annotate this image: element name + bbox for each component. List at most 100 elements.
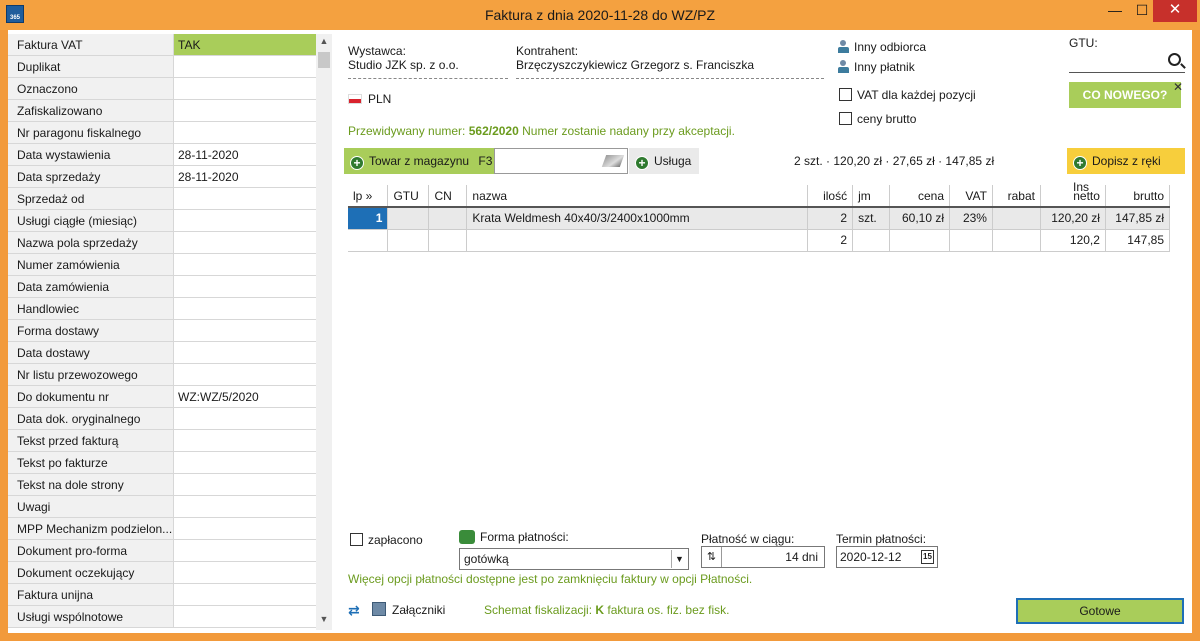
vat-per-item-box[interactable] (839, 88, 852, 101)
property-row[interactable]: Usługi wspólnotowe (8, 606, 316, 628)
cell-cn[interactable] (428, 207, 468, 230)
minimize-button[interactable]: — (1100, 0, 1130, 22)
scroll-down-icon[interactable]: ▼ (316, 614, 332, 628)
property-row[interactable]: Faktura VAT TAK (8, 34, 316, 56)
table-row[interactable]: 1 Krata Weldmesh 40x40/3/2400x1000mm 2 s… (348, 207, 1171, 230)
property-row[interactable]: Handlowiec (8, 298, 316, 320)
property-value[interactable] (174, 584, 316, 605)
col-vat[interactable]: VAT (949, 185, 993, 208)
property-row[interactable]: Tekst przed fakturą (8, 430, 316, 452)
scroll-thumb[interactable] (318, 52, 330, 68)
property-value[interactable] (174, 474, 316, 495)
cell-brutto[interactable]: 147,85 zł (1105, 207, 1171, 230)
property-value[interactable] (174, 496, 316, 517)
property-row[interactable]: Nr paragonu fiskalnego (8, 122, 316, 144)
property-value[interactable] (174, 364, 316, 385)
co-nowego-close-icon[interactable]: ✕ (1173, 80, 1183, 94)
property-row[interactable]: Duplikat (8, 56, 316, 78)
scroll-up-icon[interactable]: ▲ (316, 36, 332, 50)
property-row[interactable]: Data dostawy (8, 342, 316, 364)
gtu-search-input[interactable] (1069, 51, 1185, 73)
zalaczniki-link[interactable]: Załączniki (392, 603, 445, 617)
property-value[interactable] (174, 342, 316, 363)
property-row[interactable]: Sprzedaż od (8, 188, 316, 210)
barcode-input[interactable] (494, 148, 628, 174)
property-row[interactable]: Data zamówienia (8, 276, 316, 298)
col-rabat[interactable]: rabat (992, 185, 1041, 208)
property-row[interactable]: Nazwa pola sprzedaży (8, 232, 316, 254)
cell-gtu[interactable] (387, 207, 430, 230)
property-row[interactable]: Zafiskalizowano (8, 100, 316, 122)
col-netto[interactable]: netto (1040, 185, 1106, 208)
col-ilosc[interactable]: ilość (807, 185, 854, 208)
property-row[interactable]: Do dokumentu nr WZ:WZ/5/2020 (8, 386, 316, 408)
co-nowego-button[interactable]: CO NOWEGO? (1069, 82, 1181, 108)
property-value[interactable] (174, 562, 316, 583)
cell-vat[interactable]: 23% (949, 207, 993, 230)
refresh-icon[interactable]: ⇄ (348, 603, 362, 617)
cell-netto[interactable]: 120,20 zł (1040, 207, 1106, 230)
property-row[interactable]: Forma dostawy (8, 320, 316, 342)
usluga-button[interactable]: + Usługa (629, 148, 699, 174)
gotowe-button[interactable]: Gotowe (1016, 598, 1184, 624)
property-value[interactable] (174, 100, 316, 121)
contractor-block[interactable]: Kontrahent: Brzęczyszczykiewicz Grzegorz… (516, 44, 824, 82)
col-cn[interactable]: CN (428, 185, 468, 208)
col-nazwa[interactable]: nazwa (466, 185, 809, 208)
barcode-scanner-icon[interactable] (601, 155, 625, 167)
property-value[interactable] (174, 122, 316, 143)
property-value[interactable] (174, 56, 316, 77)
property-row[interactable]: MPP Mechanizm podzielon... (8, 518, 316, 540)
col-jm[interactable]: jm (852, 185, 891, 208)
attachments-icon[interactable] (372, 602, 386, 616)
property-value[interactable] (174, 210, 316, 231)
property-row[interactable]: Usługi ciągłe (miesiąc) (8, 210, 316, 232)
ceny-brutto-checkbox[interactable]: ceny brutto (839, 112, 916, 126)
property-value[interactable] (174, 232, 316, 253)
property-row[interactable]: Data sprzedaży 28-11-2020 (8, 166, 316, 188)
property-row[interactable]: Oznaczono (8, 78, 316, 100)
property-value[interactable]: TAK (174, 34, 316, 55)
property-value[interactable] (174, 188, 316, 209)
close-button[interactable]: ✕ (1153, 0, 1197, 22)
property-value[interactable] (174, 78, 316, 99)
property-row[interactable]: Dokument pro-forma (8, 540, 316, 562)
property-row[interactable]: Numer zamówienia (8, 254, 316, 276)
cell-ilosc[interactable]: 2 (807, 207, 854, 230)
property-value[interactable] (174, 540, 316, 561)
property-value[interactable] (174, 430, 316, 451)
cell-jm[interactable]: szt. (852, 207, 891, 230)
termin-platnosci-field[interactable]: 2020-12-12 15 (836, 546, 938, 568)
property-row[interactable]: Tekst po fakturze (8, 452, 316, 474)
cell-rabat[interactable] (992, 207, 1041, 230)
calendar-icon[interactable]: 15 (921, 550, 934, 564)
zaplacono-checkbox[interactable]: zapłacono (350, 533, 423, 547)
col-lp[interactable]: lp » (348, 185, 389, 208)
property-value[interactable] (174, 408, 316, 429)
property-row[interactable]: Faktura unijna (8, 584, 316, 606)
property-value[interactable]: WZ:WZ/5/2020 (174, 386, 316, 407)
search-icon[interactable] (1168, 53, 1181, 66)
col-cena[interactable]: cena (889, 185, 951, 208)
property-value[interactable] (174, 606, 316, 627)
property-row[interactable]: Data dok. oryginalnego (8, 408, 316, 430)
chevron-down-icon[interactable]: ▼ (671, 550, 687, 568)
property-value[interactable] (174, 320, 316, 341)
property-row[interactable]: Nr listu przewozowego (8, 364, 316, 386)
property-value[interactable] (174, 298, 316, 319)
inny-odbiorca-link[interactable]: Inny odbiorca (837, 40, 926, 54)
properties-scrollbar[interactable]: ▲ ▼ (316, 34, 332, 630)
cell-cena[interactable]: 60,10 zł (889, 207, 951, 230)
cell-lp[interactable]: 1 (348, 207, 389, 230)
property-row[interactable]: Tekst na dole strony (8, 474, 316, 496)
col-brutto[interactable]: brutto (1105, 185, 1171, 208)
forma-platnosci-select[interactable]: gotówką ▼ (459, 548, 689, 570)
platnosc-w-ciagu-field[interactable]: ⇅ 14 dni (701, 546, 825, 568)
property-row[interactable]: Uwagi (8, 496, 316, 518)
towar-z-magazynu-button[interactable]: + Towar z magazynu F3 (344, 148, 494, 174)
inny-platnik-link[interactable]: Inny płatnik (837, 60, 915, 74)
sort-icon[interactable]: ⇅ (702, 547, 722, 567)
currency-selector[interactable]: PLN (348, 92, 391, 106)
property-value[interactable] (174, 276, 316, 297)
vat-per-item-checkbox[interactable]: VAT dla każdej pozycji (839, 88, 976, 102)
